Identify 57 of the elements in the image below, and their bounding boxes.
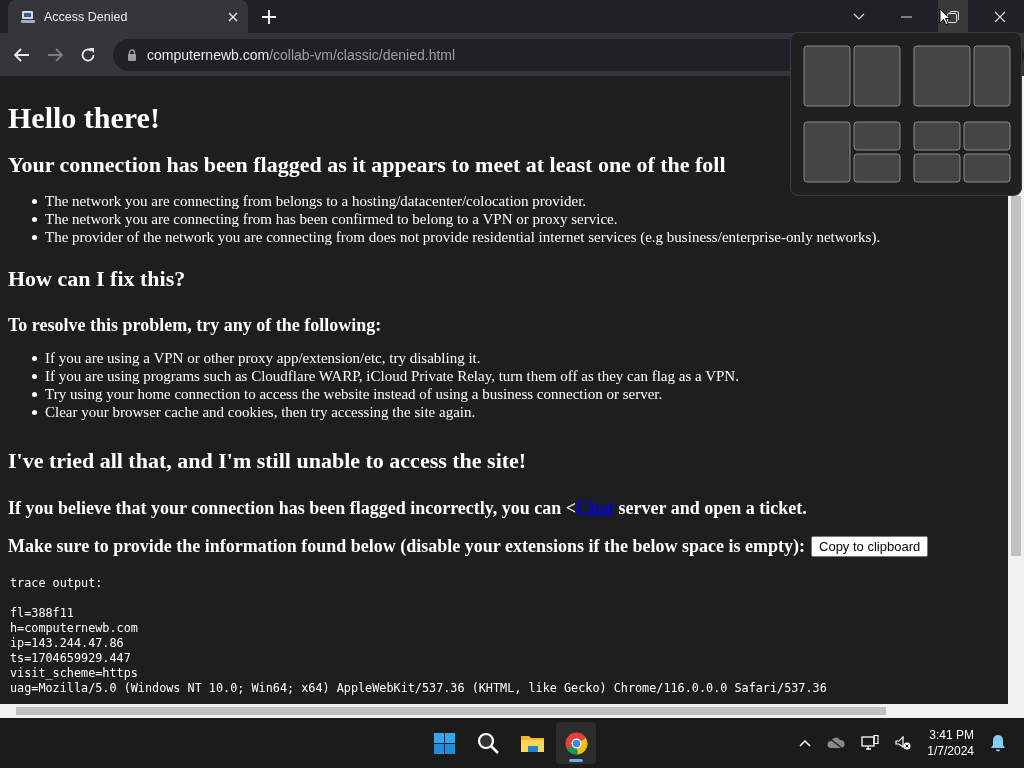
- list-item-text: The network you are connecting from belongs to a hosting/datacenter/colocation provider.: [45, 192, 587, 210]
- trace-line: uag=Mozilla/5.0 (Windows NT 10.0; Win64; x64) AppleWebKit/537.36 (KHTML, like Gecko) Chrome/116.0.0.0 Safari/537.36: [10, 681, 828, 696]
- browser-logo-icon: [563, 730, 589, 756]
- section-heading: Your connection has been flagged as it appears to meet at least one of the foll: [8, 151, 727, 179]
- instructions-text: Make sure to provide the information found below (disable your extensions if the below space is empty):: [8, 536, 805, 557]
- bullet-icon: [32, 234, 37, 240]
- windows-logo-icon: [431, 730, 457, 756]
- section-heading: I've tried all that, and I'm still unable to access the site!: [8, 447, 528, 475]
- snap-layout-icon[interactable]: [803, 45, 903, 109]
- bullet-icon: [32, 373, 37, 379]
- trace-line: ip=143.244.47.86: [10, 636, 125, 651]
- bullet-icon: [32, 409, 37, 415]
- page-heading: Hello there!: [8, 100, 161, 136]
- bell-icon[interactable]: [990, 734, 1006, 752]
- bullet-icon: [32, 198, 37, 204]
- mouse-cursor-icon: [939, 8, 951, 26]
- clock[interactable]: 3:41 PM 1/7/2024: [927, 727, 974, 759]
- forward-icon[interactable]: [47, 47, 63, 62]
- list-item-text: Clear your browser cache and cookies, then try accessing the site again.: [45, 403, 476, 421]
- new-tab-icon[interactable]: [262, 9, 276, 24]
- list-item-text: If you are using programs such as Cloudflare WARP, iCloud Private Relay, turn them off as they can flag as a VPN.: [45, 367, 739, 385]
- section-heading: How can I fix this?: [8, 265, 187, 293]
- minimize-icon[interactable]: [901, 15, 912, 18]
- back-icon[interactable]: [14, 47, 30, 62]
- browser-tab[interactable]: Access Denied: [8, 0, 248, 33]
- contact-text: If you believe that your connection has been flagged incorrectly, you can <Chat server and open a ticket.: [8, 497, 808, 519]
- bullet-icon: [32, 216, 37, 222]
- horizontal-scrollbar[interactable]: [0, 704, 1024, 718]
- snap-layout-icon[interactable]: [913, 121, 1013, 185]
- list-item-text: If you are using a VPN or other proxy app/extension/etc, try disabling it.: [45, 349, 481, 367]
- bullet-icon: [32, 355, 37, 361]
- section-subheading: To resolve this problem, try any of the following:: [8, 314, 383, 336]
- trace-line: ts=1704659929.447: [10, 651, 132, 666]
- trace-line: h=computernewb.com: [10, 621, 139, 636]
- close-icon[interactable]: [994, 10, 1006, 23]
- list-item-text: The provider of the network you are connecting from does not provide residential internet services (e.g business/enterprise-only networks).: [45, 228, 881, 246]
- reload-icon[interactable]: [80, 46, 96, 63]
- trace-line: visit_scheme=https: [10, 666, 139, 681]
- trace-label: trace output:: [10, 576, 104, 591]
- trace-line: fl=388f11: [10, 606, 75, 621]
- restore-icon[interactable]: [947, 10, 959, 23]
- close-icon[interactable]: [228, 11, 238, 22]
- search-icon: [475, 730, 501, 756]
- taskbar-button[interactable]: [556, 722, 596, 764]
- computer-icon: [20, 8, 36, 25]
- bullet-icon: [32, 391, 37, 397]
- cloud-icon[interactable]: [827, 737, 846, 749]
- snap-layout-icon[interactable]: [913, 45, 1013, 109]
- list-item-text: Try using your home connection to access the website instead of using a business connection or server.: [45, 385, 663, 403]
- lock-icon: [127, 48, 137, 61]
- speaker-muted-icon[interactable]: [895, 736, 912, 750]
- network-icon[interactable]: [861, 735, 880, 751]
- list-item-text: The network you are connecting from has been confirmed to belong to a VPN or proxy service.: [45, 210, 618, 228]
- copy-button[interactable]: Copy to clipboard: [811, 536, 929, 557]
- chevron-down-icon[interactable]: [853, 12, 865, 21]
- snap-layout-icon[interactable]: [803, 121, 903, 185]
- chevron-up-icon[interactable]: [799, 739, 812, 747]
